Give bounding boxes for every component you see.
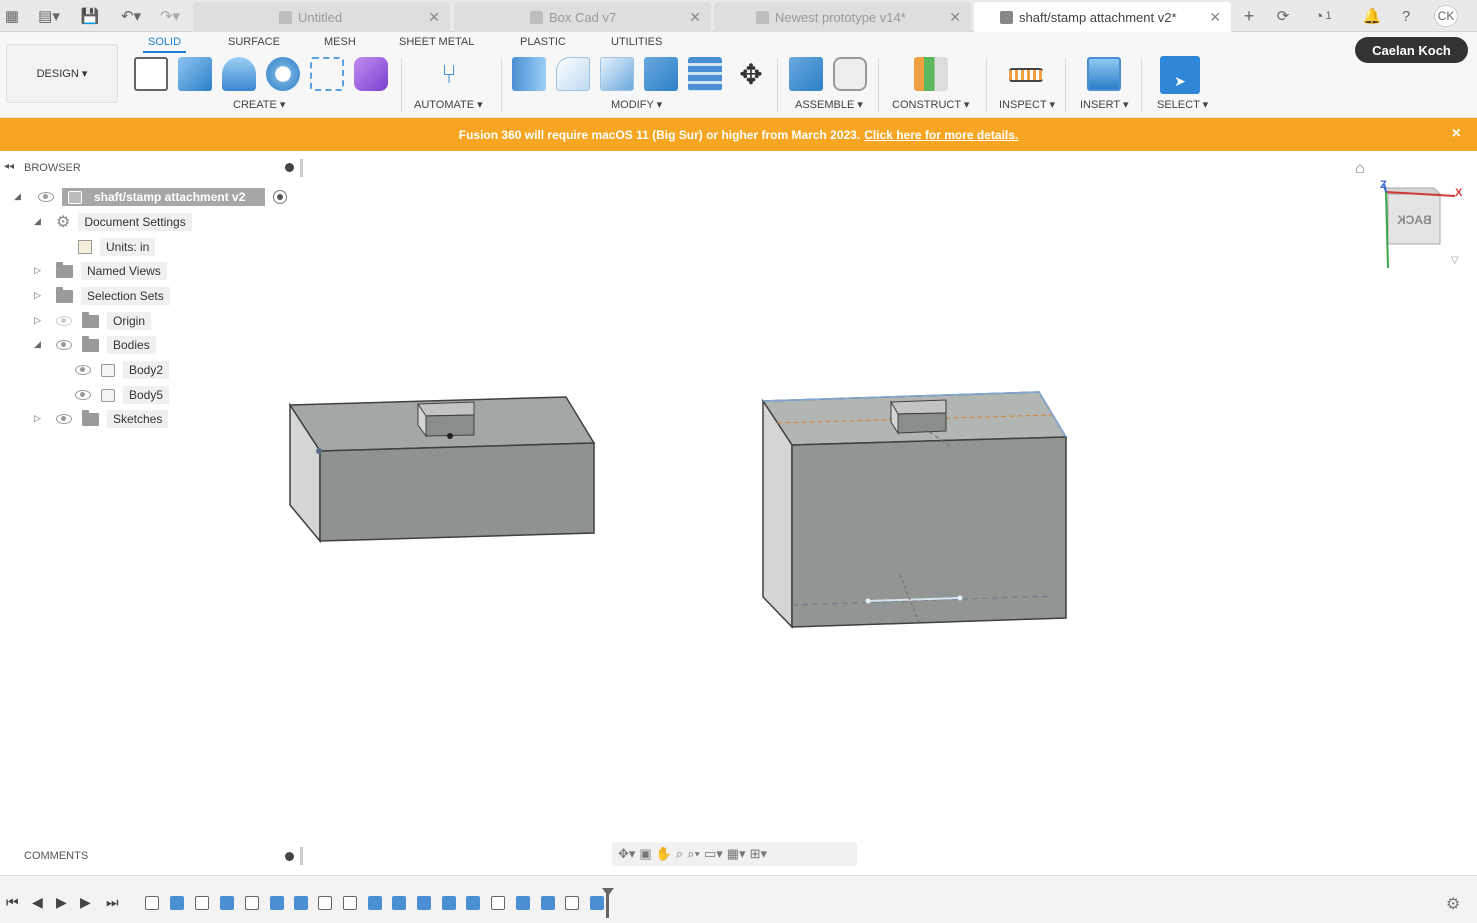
pan-icon[interactable]: ✋: [656, 846, 672, 862]
zoom-icon[interactable]: ⌕: [676, 846, 683, 862]
timeline-sketch[interactable]: [318, 896, 332, 910]
timeline-extrude[interactable]: [541, 896, 555, 910]
timeline-sketch[interactable]: [245, 896, 259, 910]
timeline: ⏮ ◀ ▶ ▶ ⏭ ⚙: [0, 875, 1477, 923]
step-forward-icon[interactable]: ▶: [80, 894, 91, 911]
step-back-icon[interactable]: ◀: [32, 894, 43, 911]
timeline-marker-head[interactable]: [602, 888, 614, 896]
navigation-bar: ✥▾ ▣ ✋ ⌕ ⌕▾ ▭▾ ▦▾ ⊞▾: [612, 842, 857, 866]
go-to-end-icon[interactable]: ⏭: [106, 894, 119, 911]
comments-panel: COMMENTS: [0, 845, 305, 867]
orbit-icon[interactable]: ✥▾: [618, 846, 635, 862]
comments-title: COMMENTS: [24, 850, 89, 862]
timeline-sketch[interactable]: [491, 896, 505, 910]
body5-model[interactable]: [761, 391, 1068, 629]
timeline-extrude[interactable]: [294, 896, 308, 910]
viewports-icon[interactable]: ⊞▾: [750, 846, 767, 862]
home-view-icon[interactable]: ⌂: [1355, 160, 1365, 178]
timeline-extrude[interactable]: [368, 896, 382, 910]
fit-icon[interactable]: ⌕▾: [687, 846, 700, 862]
timeline-sketch[interactable]: [145, 896, 159, 910]
timeline-extrude[interactable]: [270, 896, 284, 910]
x-axis-label: X: [1455, 187, 1463, 199]
timeline-extrude[interactable]: [590, 896, 604, 910]
timeline-sketch[interactable]: [343, 896, 357, 910]
timeline-extrude[interactable]: [442, 896, 456, 910]
panel-resize-handle[interactable]: [300, 847, 303, 865]
viewport-canvas[interactable]: [0, 0, 1477, 923]
z-axis-label: Z: [1380, 179, 1387, 191]
timeline-settings-gear-icon[interactable]: ⚙: [1446, 894, 1460, 914]
viewcube-face-label: BACK: [1397, 213, 1432, 227]
play-icon[interactable]: ▶: [56, 894, 67, 911]
pin-comments-icon[interactable]: [285, 852, 294, 861]
timeline-extrude[interactable]: [516, 896, 530, 910]
timeline-extrude[interactable]: [170, 896, 184, 910]
timeline-extrude[interactable]: [417, 896, 431, 910]
display-settings-icon[interactable]: ▭▾: [704, 846, 723, 862]
timeline-extrude[interactable]: [466, 896, 480, 910]
grid-settings-icon[interactable]: ▦▾: [727, 846, 746, 862]
viewcube-menu-icon[interactable]: ▽: [1451, 255, 1459, 266]
timeline-extrude[interactable]: [220, 896, 234, 910]
timeline-sketch[interactable]: [565, 896, 579, 910]
timeline-extrude[interactable]: [392, 896, 406, 910]
go-to-start-icon[interactable]: ⏮: [6, 894, 19, 911]
body2-model[interactable]: [288, 396, 596, 544]
timeline-sketch[interactable]: [195, 896, 209, 910]
look-at-icon[interactable]: ▣: [639, 846, 651, 862]
